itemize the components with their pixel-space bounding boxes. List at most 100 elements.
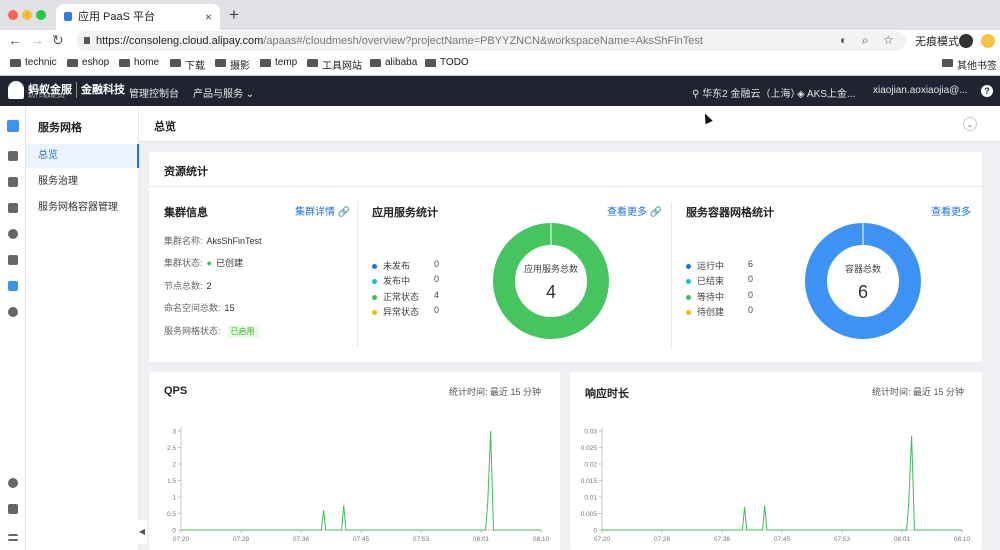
page-title: 总览 xyxy=(154,121,176,133)
x-tick-label: 07:53 xyxy=(413,536,430,543)
bookmark-temp[interactable]: temp xyxy=(260,57,297,68)
menu-icon[interactable] xyxy=(8,534,18,541)
products-menu[interactable]: 产品与服务 ⌄ xyxy=(193,85,254,100)
legend-dot-icon xyxy=(686,310,691,316)
workspace-selector[interactable]: ◈ AKS上金... xyxy=(797,85,855,100)
maximize-window-button[interactable] xyxy=(36,10,46,20)
container-icon[interactable] xyxy=(8,281,18,291)
section-divider xyxy=(671,202,672,347)
region-selector[interactable]: ⚲ 华东2 金融云（上海） xyxy=(692,85,800,100)
legend-value: 0 xyxy=(748,305,754,315)
sidebar-item-governance[interactable]: 服务治理 xyxy=(26,170,139,194)
x-tick-label: 07:45 xyxy=(353,536,370,543)
user-menu[interactable]: xiaojian.aoxiaojia@... xyxy=(873,85,968,96)
legend-value: 0 xyxy=(434,305,440,315)
back-icon[interactable]: ← xyxy=(8,32,22,48)
y-tick-label: 2 xyxy=(172,462,176,469)
forward-icon[interactable]: → xyxy=(30,32,44,48)
y-tick-label: 0.005 xyxy=(581,511,598,518)
bookmark-todo[interactable]: TODO xyxy=(425,57,469,68)
bookmark-eshop[interactable]: eshop xyxy=(67,57,109,68)
minimize-window-button[interactable] xyxy=(22,10,32,20)
app-donut-ring xyxy=(493,223,609,339)
doc-icon[interactable] xyxy=(8,504,18,514)
cluster-info-head: 集群信息 xyxy=(164,207,208,219)
bookmark-photo[interactable]: 摄影 xyxy=(215,57,250,72)
x-tick-label: 08:10 xyxy=(954,536,971,543)
bookmark-alibaba[interactable]: alibaba xyxy=(370,57,417,68)
latency-stat-time[interactable]: 统计时间: 最近 15 分钟 xyxy=(872,385,964,398)
container-donut-label: 容器总数 xyxy=(845,263,881,274)
bookmarks-bar: technic eshop home 下载 摄影 temp 工具网站 aliba… xyxy=(0,52,1000,76)
new-tab-button[interactable]: + xyxy=(229,5,239,25)
legend-value: 0 xyxy=(434,274,440,284)
bookmark-tools[interactable]: 工具网站 xyxy=(307,57,362,72)
mesh-product-icon[interactable] xyxy=(7,120,19,132)
y-tick-label: 1 xyxy=(172,495,176,502)
legend-label: 等待中 xyxy=(697,292,725,302)
chevron-down-icon[interactable]: ⌄ xyxy=(963,117,977,131)
x-tick-label: 08:10 xyxy=(533,536,550,543)
address-bar[interactable]: https://consoleng.cloud.alipay.com/apaas… xyxy=(76,31,906,51)
y-tick-label: 0.01 xyxy=(584,495,597,502)
workspace-label: AKS上金... xyxy=(806,89,856,100)
legend-value: 0 xyxy=(748,290,754,300)
brand-logo[interactable]: 蚂蚁金服 金融科技 ANT FINANCIAL xyxy=(8,81,125,100)
bell-icon[interactable] xyxy=(8,229,18,239)
legend-dot-icon xyxy=(372,295,377,301)
node-count-row: 节点总数: 2 xyxy=(164,279,212,292)
browser-tab[interactable]: 应用 PaaS 平台 × xyxy=(56,4,220,30)
tab-close-icon[interactable]: × xyxy=(205,4,212,30)
legend-label: 发布中 xyxy=(383,276,411,286)
profile-avatar[interactable] xyxy=(981,34,995,48)
bookmark-download[interactable]: 下载 xyxy=(170,57,205,72)
x-tick-label: 08:01 xyxy=(894,536,911,543)
sidebar-item-overview[interactable]: 总览 xyxy=(26,144,139,168)
star-icon[interactable]: ☆ xyxy=(883,33,894,47)
bookmark-home[interactable]: home xyxy=(119,57,159,68)
extension-icon[interactable]: ◐ xyxy=(840,33,847,47)
legend-label: 待创建 xyxy=(697,307,725,317)
incognito-icon[interactable] xyxy=(959,34,973,48)
x-tick-label: 07:28 xyxy=(654,536,671,543)
qps-stat-time[interactable]: 统计时间: 最近 15 分钟 xyxy=(449,385,541,398)
cluster-name-label: 集群名称: xyxy=(164,236,203,246)
incognito-label[interactable]: 无痕模式 xyxy=(915,33,959,49)
close-window-button[interactable] xyxy=(8,10,18,20)
x-tick-label: 08:01 xyxy=(473,536,490,543)
resource-title: 资源统计 xyxy=(164,166,208,178)
legend-dot-icon xyxy=(686,295,691,301)
gear-icon[interactable] xyxy=(8,478,18,488)
tab-bar: 应用 PaaS 平台 × + xyxy=(0,0,1000,30)
cluster-status-value: 已创建 xyxy=(215,258,243,268)
brand-product: 金融科技 xyxy=(81,84,125,96)
cluster-status-row: 集群状态: ● 已创建 xyxy=(164,256,243,269)
list-icon[interactable] xyxy=(8,203,18,213)
cluster-detail-link[interactable]: 集群详情 🔗 xyxy=(295,203,350,218)
browser-toolbar: ← → ↻ https://consoleng.cloud.alipay.com… xyxy=(0,30,1000,52)
app-stats-more-link[interactable]: 查看更多 🔗 xyxy=(607,203,662,218)
puzzle-icon[interactable] xyxy=(8,255,18,265)
sidebar: 服务网格 总览 服务治理 服务网格容器管理 xyxy=(26,106,139,550)
collapse-sidebar-button[interactable]: ◀ xyxy=(137,520,147,544)
legend-item: 运行中 6 xyxy=(686,259,753,272)
region-label: 华东2 金融云（上海） xyxy=(702,89,801,100)
legend-item: 等待中 0 xyxy=(686,290,753,303)
console-link[interactable]: 管理控制台 xyxy=(129,85,179,100)
home-icon[interactable] xyxy=(8,151,18,161)
y-tick-label: 1.5 xyxy=(167,478,176,485)
namespace-count-label: 命名空间总数: xyxy=(164,303,221,313)
sidebar-item-container-mgmt[interactable]: 服务网格容器管理 xyxy=(26,196,139,220)
y-tick-label: 0 xyxy=(593,528,597,535)
reload-icon[interactable]: ↻ xyxy=(52,32,64,49)
help-icon[interactable]: ? xyxy=(981,85,993,97)
other-bookmarks[interactable]: 其他书签 xyxy=(942,57,997,72)
grid-icon[interactable] xyxy=(8,177,18,187)
gauge-icon[interactable] xyxy=(8,307,18,317)
x-tick-label: 07:45 xyxy=(774,536,791,543)
legend-label: 正常状态 xyxy=(383,292,420,302)
bookmark-technic[interactable]: technic xyxy=(10,57,57,68)
node-count-value: 2 xyxy=(206,281,212,291)
zoom-icon[interactable]: ⌕ xyxy=(862,33,869,48)
container-stats-more-link[interactable]: 查看更多 xyxy=(931,203,971,218)
